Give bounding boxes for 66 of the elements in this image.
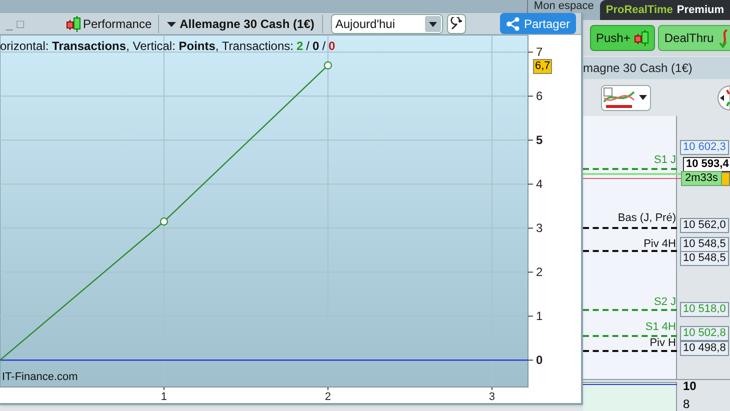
indicator-icon bbox=[602, 86, 636, 110]
y-tick-label: 3 bbox=[528, 221, 543, 236]
price-label: 10 548,5 bbox=[680, 251, 729, 266]
y-tick-label: 3 bbox=[536, 221, 543, 236]
value-label: 6,7 bbox=[533, 59, 552, 74]
price-line-label: S2 J bbox=[654, 296, 676, 308]
share-button[interactable]: Partager bbox=[500, 13, 576, 34]
x-tick-label: 2 bbox=[324, 386, 332, 403]
y-tick-label: 4 bbox=[536, 177, 543, 192]
price-line-label: S1 4H bbox=[645, 321, 676, 333]
tab[interactable]: ProRealTime Premium bbox=[600, 0, 730, 20]
price-label: 10 602,3 bbox=[680, 140, 729, 155]
price-line-label: Piv H bbox=[650, 337, 676, 349]
axis-label: 8 bbox=[683, 396, 690, 411]
y-tick-label: 5 bbox=[536, 133, 543, 148]
price-label: 10 548,5 bbox=[680, 237, 729, 252]
share-icon bbox=[506, 16, 520, 30]
axis-label: 10 bbox=[683, 378, 696, 395]
x-tick-label: 2 bbox=[324, 391, 332, 403]
caret-icon bbox=[425, 16, 442, 32]
price-line-label: S1 J bbox=[654, 154, 676, 166]
arrow-icon bbox=[718, 28, 730, 48]
transaction-count: 0 bbox=[312, 38, 320, 55]
price-label: 10 562,0 bbox=[680, 218, 729, 233]
y-tick-label: 4 bbox=[528, 177, 543, 192]
y-tick-label: 7 bbox=[536, 45, 543, 60]
source-label: IT-Finance.com bbox=[2, 370, 78, 385]
x-tick-label: 1 bbox=[160, 386, 168, 403]
round-icon bbox=[716, 84, 730, 112]
data-point bbox=[324, 61, 332, 70]
x-tick-label: 3 bbox=[488, 386, 495, 403]
timer-label: 2m33s bbox=[681, 171, 722, 186]
y-tick-label: 6 bbox=[536, 89, 543, 104]
separator: / bbox=[322, 38, 326, 55]
indicator-button[interactable] bbox=[601, 84, 651, 110]
candlestick-icon bbox=[66, 14, 81, 32]
price-line-label: Piv 4H bbox=[644, 238, 676, 250]
chart-caption: orizontal: Transactions, Vertical: Points, Transactions: bbox=[0, 38, 294, 55]
chart-title: magne 30 Cash (1€) bbox=[583, 60, 692, 77]
transaction-count: 2 bbox=[296, 38, 304, 55]
broker-button[interactable]: DealThru bbox=[658, 25, 730, 51]
settings-button[interactable] bbox=[447, 14, 466, 34]
candlestick-icon bbox=[634, 29, 650, 47]
price-label: 10 518,0 bbox=[680, 302, 729, 317]
instrument-selector[interactable]: Allemagne 30 Cash (1€) bbox=[166, 14, 314, 32]
x-tick-label: 1 bbox=[160, 391, 168, 403]
price-line-label: Bas (J, Pré) bbox=[618, 212, 676, 224]
y-tick-label: 5 bbox=[528, 133, 543, 148]
y-tick-label: 6 bbox=[528, 89, 543, 104]
x-tick-label: 3 bbox=[488, 391, 495, 403]
price-label: 10 593,4 bbox=[683, 157, 730, 172]
performance-button[interactable]: Performance bbox=[66, 14, 152, 32]
separator: / bbox=[306, 38, 310, 55]
y-tick-label: 7 bbox=[528, 45, 543, 60]
transaction-count: 0 bbox=[328, 38, 336, 55]
y-tick-label: 2 bbox=[536, 265, 543, 280]
y-tick-label: 0 bbox=[528, 353, 543, 368]
price-label: 10 502,8 bbox=[680, 326, 729, 341]
y-tick-label: 2 bbox=[528, 265, 543, 280]
y-tick-label: 1 bbox=[536, 309, 543, 324]
price-label: 10 498,8 bbox=[680, 341, 729, 356]
y-tick-label: 1 bbox=[528, 309, 543, 324]
broker-button[interactable]: Push+ bbox=[590, 25, 656, 51]
period-dropdown[interactable]: Aujourd'hui bbox=[331, 14, 444, 34]
caret-icon bbox=[639, 95, 647, 100]
y-tick-label: 0 bbox=[536, 353, 543, 368]
